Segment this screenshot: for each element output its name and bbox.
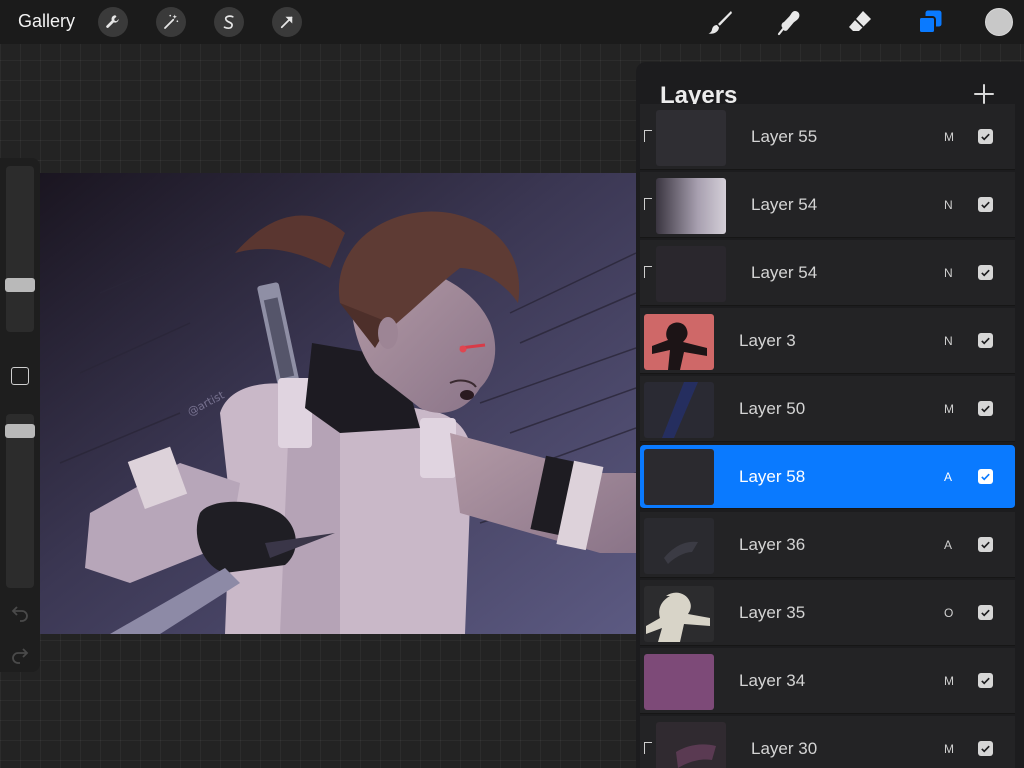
layer-thumbnail <box>644 586 714 642</box>
opacity-handle[interactable] <box>5 424 35 438</box>
checkmark-icon <box>981 133 990 141</box>
checkmark-icon <box>981 405 990 413</box>
layer-thumbnail <box>656 110 726 166</box>
visibility-checkbox[interactable] <box>978 197 993 212</box>
checkmark-icon <box>981 745 990 753</box>
blend-mode-button[interactable]: N <box>944 334 953 348</box>
layer-thumbnail <box>656 246 726 302</box>
brush-size-slider[interactable] <box>5 166 35 332</box>
visibility-checkbox[interactable] <box>978 741 993 756</box>
eraser-icon[interactable] <box>844 6 876 38</box>
layer-name: Layer 3 <box>739 331 796 350</box>
artwork-illustration: @artist <box>40 173 636 634</box>
checkmark-icon <box>981 609 990 617</box>
checkmark-icon <box>981 337 990 345</box>
layer-row[interactable]: Layer 55 M <box>640 104 1015 170</box>
gallery-button[interactable]: Gallery <box>18 11 75 32</box>
magic-wand-icon[interactable] <box>156 7 186 37</box>
layer-name: Layer 55 <box>751 127 818 146</box>
drawing-canvas[interactable]: @artist <box>40 173 636 634</box>
layer-row[interactable]: Layer 3 N <box>640 308 1015 374</box>
clipping-mask-icon <box>644 130 652 142</box>
blend-mode-button[interactable]: M <box>944 674 954 688</box>
brush-size-handle[interactable] <box>5 278 35 292</box>
layer-name: Layer 58 <box>739 467 806 486</box>
layer-name: Layer 34 <box>739 671 806 690</box>
layers-panel: Layers Layer 55 M Layer 54 N Layer 54 N … <box>636 62 1024 768</box>
blend-mode-button[interactable]: M <box>944 742 954 756</box>
layer-thumbnail <box>644 314 714 370</box>
layers-icon[interactable] <box>914 6 946 38</box>
layer-row[interactable]: Layer 54 N <box>640 172 1015 238</box>
layer-thumbnail <box>644 449 714 505</box>
add-layer-button[interactable] <box>972 82 996 106</box>
layer-row[interactable]: Layer 36 A <box>640 512 1015 578</box>
undo-icon[interactable] <box>10 602 30 622</box>
selection-s-icon[interactable] <box>214 7 244 37</box>
blend-mode-button[interactable]: A <box>944 538 952 552</box>
plus-icon <box>974 84 994 104</box>
visibility-checkbox[interactable] <box>978 469 993 484</box>
clipping-mask-icon <box>644 742 652 754</box>
layer-row[interactable]: Layer 30 M <box>640 716 1015 768</box>
layer-thumbnail <box>644 382 714 438</box>
layer-name: Layer 30 <box>751 739 818 758</box>
visibility-checkbox[interactable] <box>978 129 993 144</box>
layer-row[interactable]: Layer 54 N <box>640 240 1015 306</box>
modify-button[interactable] <box>11 367 29 385</box>
checkmark-icon <box>981 201 990 209</box>
blend-mode-button[interactable]: N <box>944 266 953 280</box>
checkmark-icon <box>981 541 990 549</box>
visibility-checkbox[interactable] <box>978 265 993 280</box>
blend-mode-button[interactable]: N <box>944 198 953 212</box>
opacity-slider[interactable] <box>5 414 35 588</box>
smudge-icon[interactable] <box>774 6 806 38</box>
blend-mode-button[interactable]: O <box>944 606 953 620</box>
transform-arrow-icon[interactable] <box>272 7 302 37</box>
color-picker-swatch[interactable] <box>985 8 1013 36</box>
checkmark-icon <box>981 473 990 481</box>
visibility-checkbox[interactable] <box>978 537 993 552</box>
checkmark-icon <box>981 269 990 277</box>
blend-mode-button[interactable]: M <box>944 130 954 144</box>
layer-row[interactable]: Layer 34 M <box>640 648 1015 714</box>
layer-name: Layer 50 <box>739 399 806 418</box>
redo-icon[interactable] <box>10 644 30 664</box>
blend-mode-button[interactable]: A <box>944 470 952 484</box>
top-toolbar: Gallery <box>0 0 1024 44</box>
layer-name: Layer 35 <box>739 603 806 622</box>
layer-name: Layer 36 <box>739 535 806 554</box>
wrench-icon[interactable] <box>98 7 128 37</box>
blend-mode-button[interactable]: M <box>944 402 954 416</box>
checkmark-icon <box>981 677 990 685</box>
clipping-mask-icon <box>644 266 652 278</box>
brush-icon[interactable] <box>704 6 736 38</box>
layer-thumbnail <box>656 722 726 768</box>
layer-row-selected[interactable]: Layer 58 A <box>640 445 1015 509</box>
layer-name: Layer 54 <box>751 195 818 214</box>
visibility-checkbox[interactable] <box>978 333 993 348</box>
clipping-mask-icon <box>644 198 652 210</box>
visibility-checkbox[interactable] <box>978 673 993 688</box>
layer-thumbnail <box>644 518 714 574</box>
layer-row[interactable]: Layer 35 O <box>640 580 1015 646</box>
visibility-checkbox[interactable] <box>978 401 993 416</box>
visibility-checkbox[interactable] <box>978 605 993 620</box>
layer-row[interactable]: Layer 50 M <box>640 376 1015 442</box>
left-sidebar <box>0 158 40 672</box>
layer-thumbnail <box>656 178 726 234</box>
layer-name: Layer 54 <box>751 263 818 282</box>
layer-thumbnail <box>644 654 714 710</box>
